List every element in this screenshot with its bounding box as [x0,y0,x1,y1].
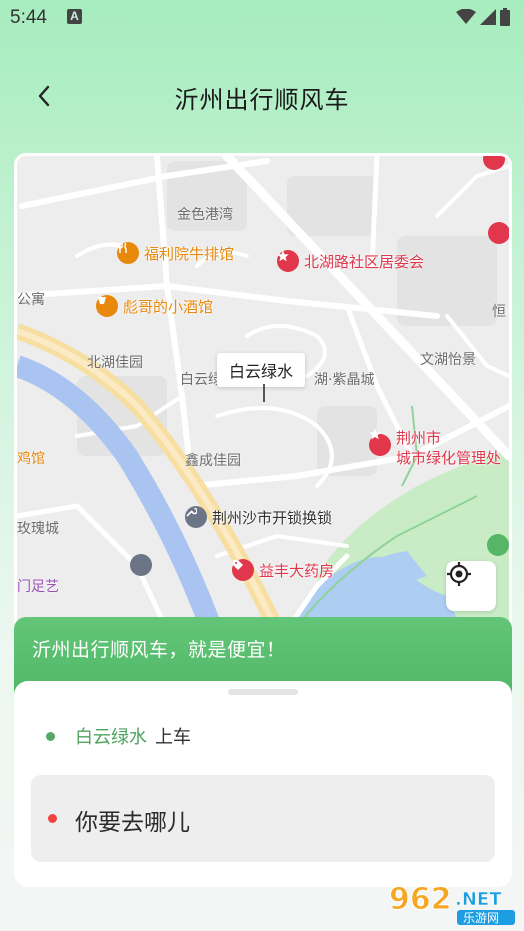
destination-placeholder: 你要去哪儿 [75,810,190,836]
poi-community-office[interactable]: 北湖路社区居委会 [277,250,424,272]
poi-locksmith[interactable]: 荆州沙市开锁换锁 [185,506,332,528]
svg-text:962: 962 [389,882,452,917]
restroom-icon [130,554,152,576]
pickup-pin-icon [263,384,265,402]
poi-pharmacy[interactable]: 益丰大药房 [232,559,334,581]
battery-icon [500,8,510,26]
destination-input[interactable]: 你要去哪儿 [31,775,495,862]
signal-icon [480,9,496,25]
poi-label-line1: 荆州市 [396,429,442,447]
pickup-dot-icon [46,731,55,741]
star-icon [488,222,509,244]
poi-label: 彪哥的小酒馆 [123,297,214,316]
page-title: 沂州出行顺风车 [174,86,350,114]
poi-greening-office[interactable]: 荆州市 城市绿化管理处 [369,428,501,468]
area-label: 公寓 [17,292,45,308]
area-label: 恒 [492,304,506,320]
area-label: 白云绿 [180,372,222,388]
area-label: 湖·紫晶城 [314,372,375,388]
poi-label: 北湖路社区居委会 [304,252,425,271]
map-card: 金色港湾 公寓 北湖佳园 白云绿 湖·紫晶城 文湖怡景 恒 鸡馆 鑫成佳园 玫瑰… [14,153,512,633]
area-label: 玫瑰城 [17,521,59,537]
area-label: 金色港湾 [177,207,233,223]
svg-text:.NET: .NET [455,889,502,910]
pickup-pin-label: 白云绿水 [217,353,306,387]
park-icon [487,534,509,556]
poi-label: 益丰大药房 [259,561,335,580]
status-indicators [456,8,510,26]
area-label: 文湖怡景 [420,352,476,368]
wrench-icon [185,506,207,528]
site-watermark-logo: 962 .NET 乐游网 [389,882,515,925]
poi-steakhouse[interactable]: 福利院牛排馆 [117,242,234,264]
pickup-row[interactable]: 白云绿水 上车 [46,724,191,748]
area-label: 鸡馆 [17,451,45,467]
crosshair-icon [447,562,471,586]
svg-text:乐游网: 乐游网 [463,911,499,925]
map-view[interactable]: 金色港湾 公寓 北湖佳园 白云绿 湖·紫晶城 文湖怡景 恒 鸡馆 鑫成佳园 玫瑰… [17,156,509,630]
pickup-suffix: 上车 [155,727,191,748]
notification-icon: A [67,9,82,24]
food-icon [117,242,139,264]
destination-dot-icon [48,814,57,823]
star-icon [277,250,299,272]
area-label: 鑫成佳园 [185,453,241,469]
poi-tavern[interactable]: 彪哥的小酒馆 [96,295,213,317]
trip-sheet: 白云绿水 上车 你要去哪儿 [14,681,512,887]
poi-label: 福利院牛排馆 [144,244,235,263]
wifi-icon [456,9,476,24]
poi-label-line2: 城市绿化管理处 [396,449,502,467]
promo-text: 沂州出行顺风车，就是便宜！ [32,639,286,661]
locate-me-button[interactable] [446,561,496,611]
status-time: 5:44 [10,7,47,28]
poi-label: 荆州沙市开锁换锁 [212,508,333,527]
drink-icon [96,295,118,317]
status-bar: 5:44 A [0,0,524,36]
drag-handle[interactable] [228,689,298,695]
top-bar: 沂州出行顺风车 [0,70,524,124]
area-label: 北湖佳园 [87,355,143,371]
pickup-place: 白云绿水 [75,727,147,748]
star-icon [369,428,391,456]
tag-icon [232,559,254,581]
area-label: 门足艺 [17,579,59,595]
